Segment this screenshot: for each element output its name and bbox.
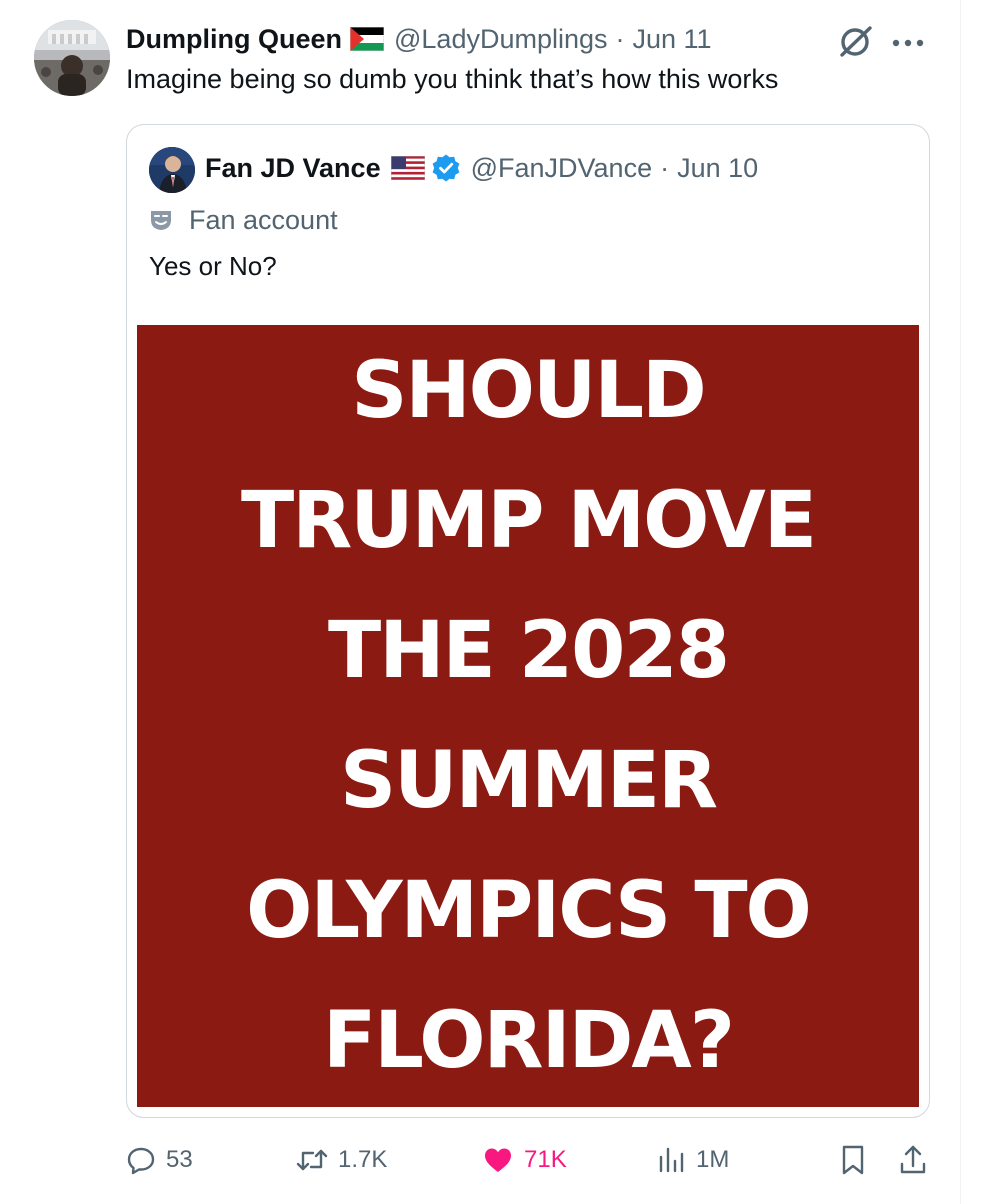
views-chart-icon (659, 1147, 684, 1173)
reply-count: 53 (166, 1146, 193, 1173)
tweet-text: Imagine being so dumb you think that’s h… (126, 64, 779, 94)
media-text-line: TRUMP MOVE (240, 476, 817, 566)
tweet-card: Dumpling Queen @LadyDumplings · Jun 11 I… (0, 0, 961, 1204)
repost-count: 1.7K (338, 1146, 388, 1173)
repost-button[interactable]: 1.7K (296, 1140, 387, 1180)
more-options-icon[interactable] (890, 38, 926, 48)
like-count: 71K (524, 1146, 567, 1173)
repost-icon (296, 1149, 328, 1171)
fan-account-text: Fan account (189, 204, 338, 235)
media-text-line: FLORIDA? (323, 996, 735, 1086)
views-count: 1M (696, 1146, 730, 1173)
share-icon (900, 1145, 926, 1174)
parody-mask-icon (151, 211, 171, 230)
grok-icon[interactable] (838, 24, 874, 58)
header-separator: · (615, 23, 625, 54)
views-button[interactable]: 1M (656, 1140, 729, 1180)
tweet-action-bar: 53 1.7K 71K 1M (126, 1140, 934, 1180)
media-text-line: THE 2028 (327, 606, 730, 696)
quoted-tweet-text: Yes or No? (149, 251, 277, 281)
author-avatar[interactable] (34, 20, 110, 96)
quoted-tweet-header: Fan JD Vance @FanJDVance · Jun 10 (205, 151, 758, 185)
quoted-tweet-date[interactable]: Jun 10 (677, 153, 758, 184)
media-text-line: OLYMPICS TO (246, 866, 812, 956)
quoted-author-handle[interactable]: @FanJDVance (471, 153, 653, 184)
bookmark-button[interactable] (838, 1140, 878, 1180)
author-handle[interactable]: @LadyDumplings (394, 24, 608, 55)
reply-icon (127, 1147, 155, 1175)
quoted-avatar-photo-icon (149, 147, 195, 193)
author-display-name[interactable]: Dumpling Queen (126, 24, 342, 55)
tweet-header: Dumpling Queen @LadyDumplings · Jun 11 (126, 22, 712, 56)
palestine-flag-icon (350, 27, 384, 51)
us-flag-icon (390, 156, 425, 180)
heart-icon (485, 1148, 511, 1172)
share-button[interactable] (898, 1140, 938, 1180)
like-button[interactable]: 71K (482, 1140, 567, 1180)
quoted-tweet[interactable]: Fan JD Vance @FanJDVance · Jun 10 Fan ac… (126, 124, 930, 1118)
quoted-author-avatar[interactable] (149, 147, 195, 193)
bookmark-icon (842, 1145, 864, 1175)
media-text-line: SUMMER (339, 736, 718, 826)
verified-badge-icon[interactable] (431, 153, 461, 183)
avatar-photo-icon (34, 20, 110, 96)
quoted-author-display-name[interactable]: Fan JD Vance (205, 153, 381, 184)
media-text-line: SHOULD (351, 346, 707, 436)
quoted-media-image[interactable]: SHOULD TRUMP MOVE THE 2028 SUMMER OLYMPI… (137, 325, 919, 1107)
reply-button[interactable]: 53 (126, 1140, 193, 1180)
fan-account-label: Fan account (149, 203, 338, 237)
tweet-date[interactable]: Jun 11 (633, 24, 712, 55)
quoted-header-separator: · (660, 152, 670, 183)
